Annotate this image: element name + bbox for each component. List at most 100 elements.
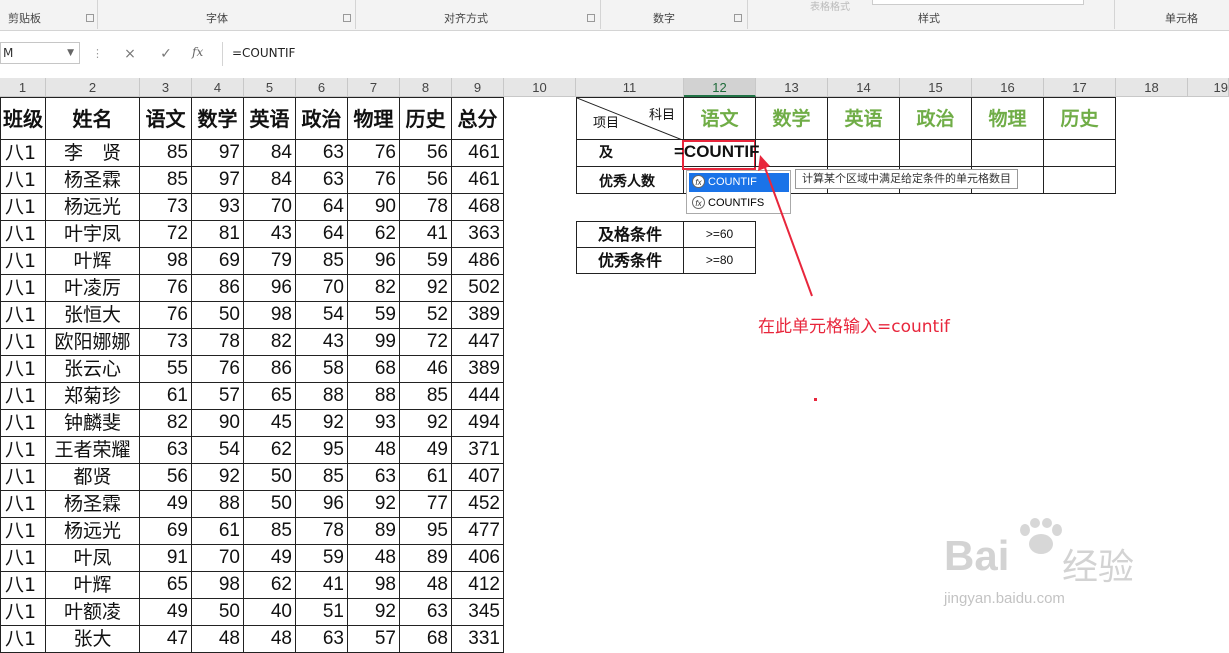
class-cell[interactable]: 八1 <box>0 599 46 626</box>
score-cell[interactable]: 70 <box>296 275 348 302</box>
score-cell[interactable]: 78 <box>296 518 348 545</box>
score-cell[interactable]: 82 <box>348 275 400 302</box>
score-cell[interactable]: 50 <box>192 599 244 626</box>
subject-cell[interactable]: 数学 <box>756 97 828 140</box>
score-cell[interactable]: 89 <box>400 545 452 572</box>
score-cell[interactable]: 56 <box>400 140 452 167</box>
score-cell[interactable]: 56 <box>140 464 192 491</box>
col-header-12[interactable]: 12 <box>684 78 756 97</box>
diagonal-header-cell[interactable]: 科目 项目 <box>576 97 684 140</box>
score-cell[interactable]: 59 <box>348 302 400 329</box>
name-cell[interactable]: 叶辉 <box>46 248 140 275</box>
class-cell[interactable]: 八1 <box>0 302 46 329</box>
name-cell[interactable]: 杨圣霖 <box>46 491 140 518</box>
header-cell[interactable]: 姓名 <box>46 97 140 140</box>
col-header-7[interactable]: 7 <box>348 78 400 97</box>
stats-cell[interactable] <box>972 140 1044 167</box>
score-cell[interactable]: 452 <box>452 491 504 518</box>
name-box[interactable]: M ▼ <box>0 42 80 64</box>
score-cell[interactable]: 88 <box>192 491 244 518</box>
score-cell[interactable]: 92 <box>348 599 400 626</box>
col-header-15[interactable]: 15 <box>900 78 972 97</box>
score-cell[interactable]: 63 <box>348 464 400 491</box>
score-cell[interactable]: 63 <box>296 626 348 653</box>
score-cell[interactable]: 81 <box>192 221 244 248</box>
name-cell[interactable]: 杨远光 <box>46 518 140 545</box>
score-cell[interactable]: 59 <box>296 545 348 572</box>
score-cell[interactable]: 88 <box>296 383 348 410</box>
score-cell[interactable]: 45 <box>244 410 296 437</box>
name-cell[interactable]: 李 贤 <box>46 140 140 167</box>
class-cell[interactable]: 八1 <box>0 167 46 194</box>
score-cell[interactable]: 77 <box>400 491 452 518</box>
score-cell[interactable]: 85 <box>140 167 192 194</box>
class-cell[interactable]: 八1 <box>0 194 46 221</box>
class-cell[interactable]: 八1 <box>0 140 46 167</box>
score-cell[interactable]: 412 <box>452 572 504 599</box>
score-cell[interactable]: 98 <box>348 572 400 599</box>
score-cell[interactable]: 92 <box>348 491 400 518</box>
score-cell[interactable]: 331 <box>452 626 504 653</box>
score-cell[interactable]: 78 <box>192 329 244 356</box>
score-cell[interactable]: 90 <box>348 194 400 221</box>
col-header-6[interactable]: 6 <box>296 78 348 97</box>
cancel-icon[interactable]: × <box>120 46 140 62</box>
score-cell[interactable]: 41 <box>296 572 348 599</box>
score-cell[interactable]: 84 <box>244 167 296 194</box>
name-cell[interactable]: 欧阳娜娜 <box>46 329 140 356</box>
score-cell[interactable]: 68 <box>348 356 400 383</box>
col-header-18[interactable]: 18 <box>1116 78 1188 97</box>
score-cell[interactable]: 92 <box>296 410 348 437</box>
score-cell[interactable]: 89 <box>348 518 400 545</box>
score-cell[interactable]: 95 <box>400 518 452 545</box>
score-cell[interactable]: 93 <box>192 194 244 221</box>
score-cell[interactable]: 82 <box>244 329 296 356</box>
score-cell[interactable]: 58 <box>296 356 348 383</box>
score-cell[interactable]: 99 <box>348 329 400 356</box>
stats-cell[interactable] <box>756 140 828 167</box>
pass-count-label[interactable]: 及 <box>576 140 684 167</box>
excellent-condition-value[interactable]: >=80 <box>684 248 756 274</box>
insert-function-icon[interactable]: fx <box>192 45 203 59</box>
name-cell[interactable]: 杨圣霖 <box>46 167 140 194</box>
score-cell[interactable]: 49 <box>244 545 296 572</box>
score-cell[interactable]: 54 <box>296 302 348 329</box>
chevron-down-icon[interactable]: ▼ <box>67 43 74 63</box>
score-cell[interactable]: 92 <box>192 464 244 491</box>
subject-cell[interactable]: 英语 <box>828 97 900 140</box>
score-cell[interactable]: 97 <box>192 140 244 167</box>
score-cell[interactable]: 59 <box>400 248 452 275</box>
stats-cell[interactable] <box>900 140 972 167</box>
score-cell[interactable]: 85 <box>296 464 348 491</box>
score-cell[interactable]: 92 <box>400 275 452 302</box>
score-cell[interactable]: 61 <box>192 518 244 545</box>
class-cell[interactable]: 八1 <box>0 275 46 302</box>
name-cell[interactable]: 郑菊珍 <box>46 383 140 410</box>
ribbon-style-gallery[interactable] <box>872 0 1084 5</box>
score-cell[interactable]: 65 <box>244 383 296 410</box>
score-cell[interactable]: 477 <box>452 518 504 545</box>
score-cell[interactable]: 48 <box>348 437 400 464</box>
score-cell[interactable]: 76 <box>140 302 192 329</box>
name-cell[interactable]: 张恒大 <box>46 302 140 329</box>
score-cell[interactable]: 85 <box>244 518 296 545</box>
class-cell[interactable]: 八1 <box>0 518 46 545</box>
score-cell[interactable]: 96 <box>348 248 400 275</box>
score-cell[interactable]: 62 <box>348 221 400 248</box>
score-cell[interactable]: 43 <box>296 329 348 356</box>
score-cell[interactable]: 95 <box>296 437 348 464</box>
col-header-14[interactable]: 14 <box>828 78 900 97</box>
stats-cell[interactable] <box>1044 140 1116 167</box>
score-cell[interactable]: 345 <box>452 599 504 626</box>
score-cell[interactable]: 50 <box>244 464 296 491</box>
score-cell[interactable]: 63 <box>400 599 452 626</box>
score-cell[interactable]: 96 <box>244 275 296 302</box>
class-cell[interactable]: 八1 <box>0 383 46 410</box>
number-launcher-icon[interactable] <box>734 14 742 22</box>
score-cell[interactable]: 98 <box>140 248 192 275</box>
score-cell[interactable]: 64 <box>296 221 348 248</box>
score-cell[interactable]: 82 <box>140 410 192 437</box>
col-header-17[interactable]: 17 <box>1044 78 1116 97</box>
score-cell[interactable]: 84 <box>244 140 296 167</box>
header-cell[interactable]: 政治 <box>296 97 348 140</box>
